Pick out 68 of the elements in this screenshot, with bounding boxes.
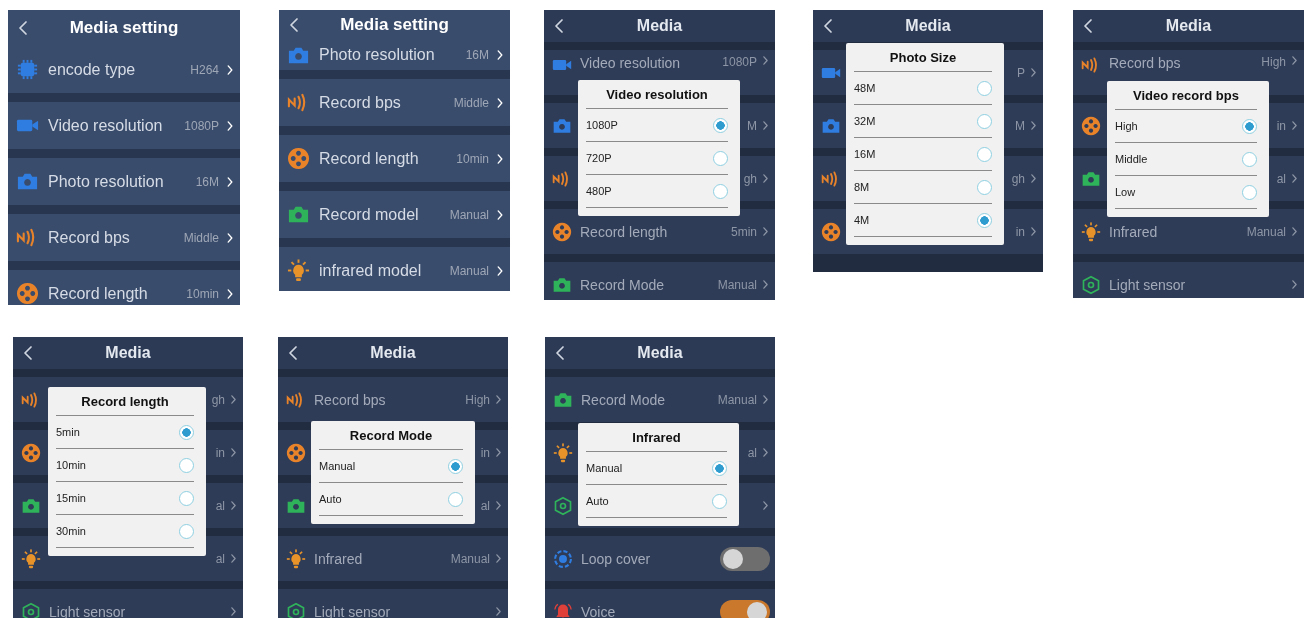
row-label: Video resolution (48, 116, 164, 135)
row-label: Record model (319, 205, 420, 224)
row-value: 16M (465, 48, 489, 62)
row-value: Manual (449, 207, 489, 222)
dialog-title: Photo Size (854, 43, 992, 72)
row-value: Middle (453, 95, 489, 110)
row-value: al (480, 498, 490, 513)
dialog-title: Record length (56, 387, 194, 416)
row-value: gh (211, 392, 225, 407)
row-value: gh (743, 171, 757, 186)
row-value: Middle (183, 230, 219, 245)
row-value: M (1015, 118, 1025, 133)
screen-title: Media (370, 344, 416, 362)
row-value: 1080P (184, 118, 219, 133)
row-label: Infrared (1109, 223, 1159, 240)
screen-title: Media setting (340, 15, 449, 35)
row-label: Record length (580, 223, 669, 240)
row-value: in (1276, 118, 1286, 133)
row-value: 5min (731, 224, 757, 239)
row-value: 10min (456, 151, 489, 166)
row-value: P (1017, 65, 1025, 80)
row-label: Record length (48, 284, 149, 303)
row-label: Photo resolution (319, 46, 436, 64)
row-label: Loop cover (581, 550, 652, 567)
row-value: al (215, 498, 225, 513)
row-value: in (1015, 224, 1025, 239)
row-value: Manual (450, 551, 490, 566)
row-label: Record bps (48, 228, 131, 247)
row-value: High (465, 392, 490, 407)
screen-title: Media setting (69, 18, 179, 38)
dialog-title: Infrared (586, 423, 727, 452)
row-value: al (1276, 171, 1286, 186)
row-label: encode type (48, 60, 137, 79)
row-value: Manual (449, 263, 489, 278)
row-value: 10min (186, 286, 219, 301)
row-value: 1080P (722, 55, 757, 69)
screen-title: Media (1165, 17, 1212, 35)
row-value: in (215, 445, 225, 460)
dialog-title: Video record bps (1115, 81, 1257, 110)
screen-title: Media (636, 17, 683, 35)
row-value: gh (1011, 171, 1025, 186)
row-value: High (1261, 55, 1286, 69)
row-label: Record Mode (580, 276, 666, 293)
row-label: Video resolution (580, 55, 682, 71)
row-value: Manual (717, 392, 757, 407)
row-value: in (480, 445, 490, 460)
row-value: al (215, 551, 225, 566)
dialog-title: Video resolution (586, 80, 728, 109)
row-value: Manual (717, 277, 757, 292)
row-label: Record bps (319, 93, 402, 112)
screen-title: Media (105, 344, 151, 362)
row-label: Record Mode (581, 391, 667, 408)
row-label: Record bps (1109, 55, 1182, 71)
row-label: infrared model (319, 261, 423, 280)
row-label: Light sensor (1109, 276, 1187, 293)
row-value: Manual (1246, 224, 1286, 239)
row-label: Infrared (314, 550, 364, 567)
row-value: M (747, 118, 757, 133)
row-value: al (747, 445, 757, 460)
screen-title: Media (637, 344, 683, 362)
row-label: Voice (581, 603, 617, 618)
screen-title: Media (905, 17, 951, 35)
row-value: 16M (195, 174, 219, 189)
row-label: Record length (319, 149, 420, 168)
row-value: H264 (190, 62, 219, 77)
row-label: Photo resolution (48, 172, 165, 191)
dialog-title: Record Mode (319, 421, 463, 450)
row-label: Record bps (314, 391, 387, 408)
